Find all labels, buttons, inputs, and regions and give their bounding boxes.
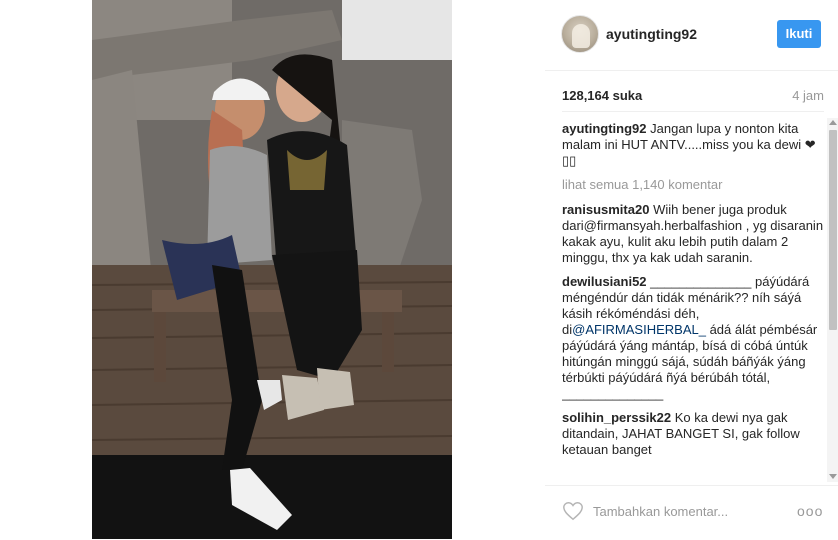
scroll-up-arrow-icon[interactable] bbox=[829, 120, 837, 125]
comment-composer: ooo bbox=[545, 485, 838, 540]
caption-username[interactable]: ayutingting92 bbox=[562, 121, 647, 136]
scroll-down-arrow-icon[interactable] bbox=[829, 474, 837, 479]
heart-icon[interactable] bbox=[562, 500, 584, 522]
scrollbar-thumb[interactable] bbox=[829, 130, 837, 330]
avatar[interactable] bbox=[561, 15, 599, 53]
avatar-photo bbox=[572, 24, 590, 48]
post-header: ayutingting92 Ikuti bbox=[545, 0, 838, 71]
caption: ayutingting92 Jangan lupa y nonton kita … bbox=[562, 121, 824, 169]
comment-username[interactable]: solihin_perssik22 bbox=[562, 410, 671, 425]
post-photo[interactable] bbox=[92, 0, 452, 539]
post-details-panel: ayutingting92 Ikuti 128,164 suka 4 jam a… bbox=[545, 0, 838, 539]
more-options-icon[interactable]: ooo bbox=[797, 502, 823, 520]
divider bbox=[562, 111, 824, 112]
comment-username[interactable]: ranisusmita20 bbox=[562, 202, 649, 217]
comments-scrollbar[interactable] bbox=[827, 118, 838, 482]
load-more-comments-link[interactable]: lihat semua 1,140 komentar bbox=[562, 177, 824, 193]
post-author-username[interactable]: ayutingting92 bbox=[606, 26, 697, 42]
comments-list: ayutingting92 Jangan lupa y nonton kita … bbox=[562, 121, 824, 483]
follow-button[interactable]: Ikuti bbox=[777, 20, 821, 48]
post-stats: 128,164 suka 4 jam bbox=[562, 88, 824, 106]
likes-count[interactable]: 128,164 suka bbox=[562, 88, 642, 103]
post-photo-image bbox=[92, 0, 452, 539]
post-timestamp[interactable]: 4 jam bbox=[792, 88, 824, 103]
comment-username[interactable]: dewilusiani52 bbox=[562, 274, 647, 289]
comment-mention-link[interactable]: @AFIRMASIHERBAL_ bbox=[572, 322, 706, 337]
list-item: dewilusiani52 ______________ páýúdárá mé… bbox=[562, 274, 824, 402]
add-comment-input[interactable] bbox=[593, 502, 783, 520]
list-item: solihin_perssik22 Ko ka dewi nya gak dit… bbox=[562, 410, 824, 458]
list-item: ranisusmita20 Wiih bener juga produk dar… bbox=[562, 202, 824, 266]
page-background bbox=[0, 0, 92, 539]
